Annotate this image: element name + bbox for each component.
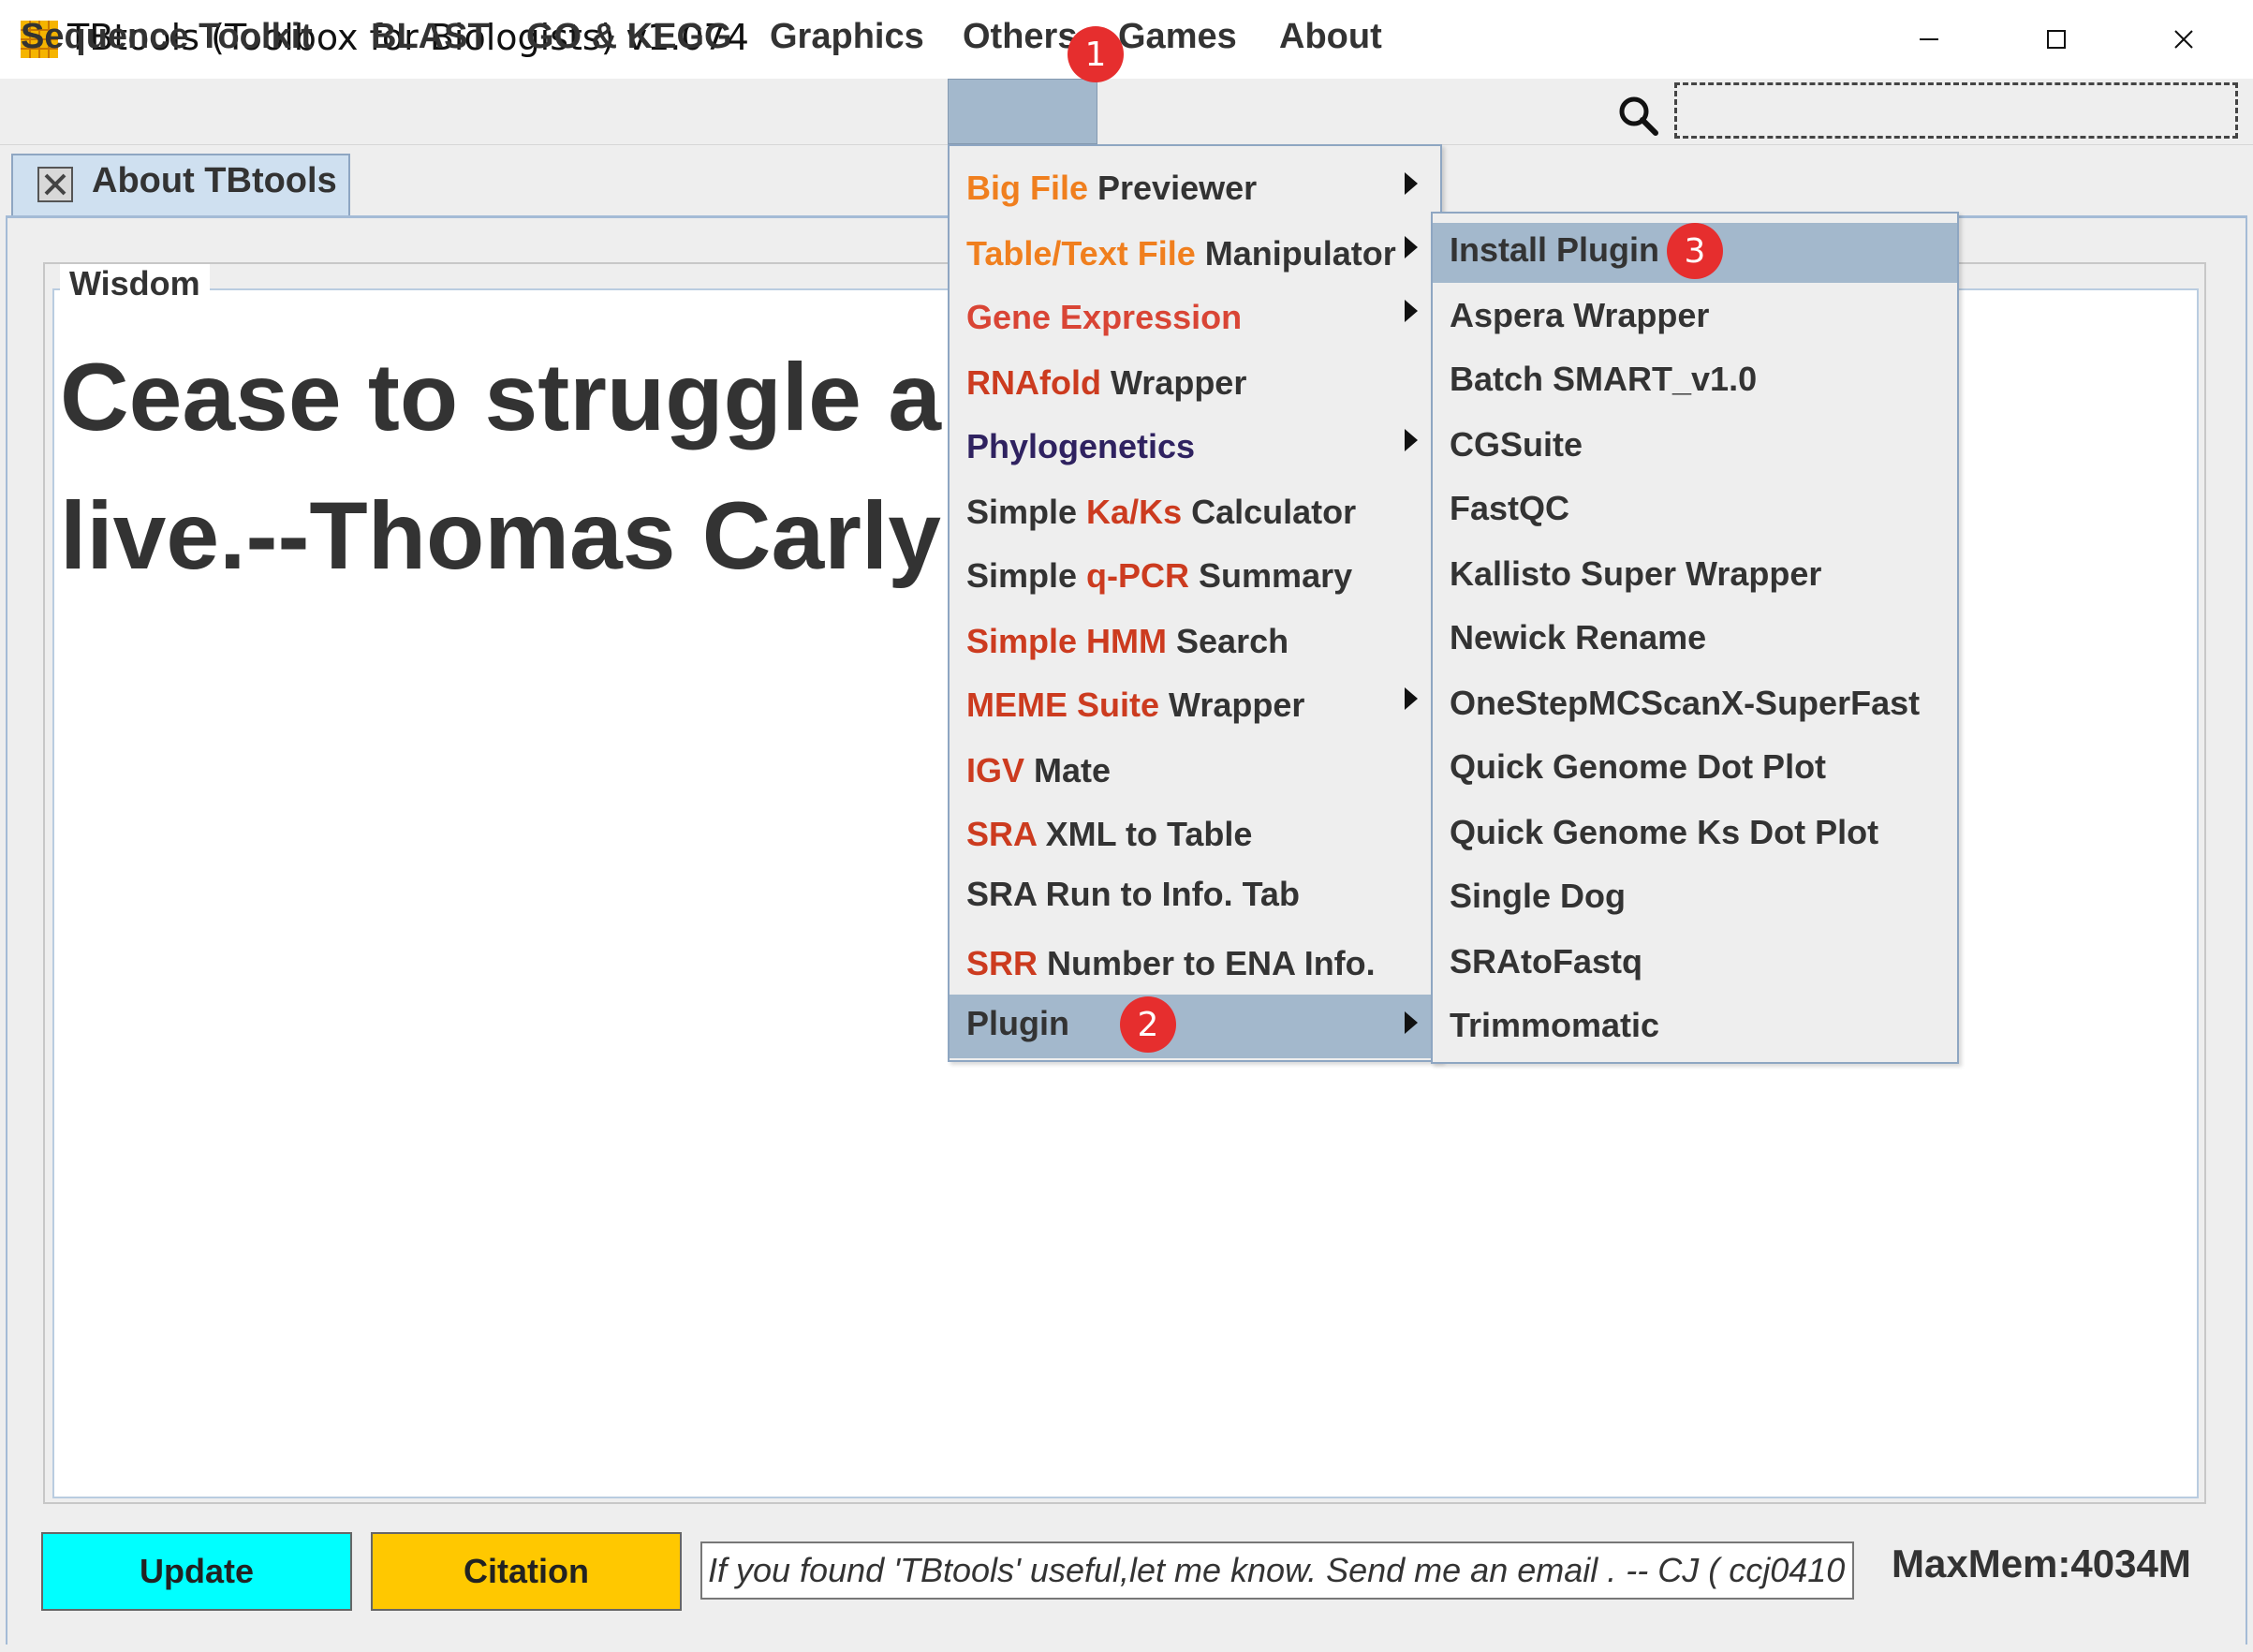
search-input[interactable]: [1674, 82, 2238, 139]
maximize-button[interactable]: [2028, 15, 2084, 64]
menu-item-table-text-file-manipulator[interactable]: Table/Text File Manipulator: [966, 230, 1396, 277]
submenu-item-fastqc[interactable]: FastQC: [1450, 485, 1569, 532]
submenu-item-aspera-wrapper[interactable]: Aspera Wrapper: [1450, 292, 1709, 339]
submenu-arrow-icon: [1405, 429, 1418, 451]
update-button[interactable]: Update: [41, 1532, 352, 1611]
menu-item-sra-xml-to-table[interactable]: SRA XML to Table: [966, 811, 1252, 858]
step-marker-3: 3: [1667, 223, 1723, 279]
submenu-arrow-icon: [1405, 300, 1418, 322]
submenu-arrow-icon: [1405, 172, 1418, 195]
submenu-item-quick-genome-dot-plot[interactable]: Quick Genome Dot Plot: [1450, 744, 1826, 790]
menu-item-rnafold-wrapper[interactable]: RNAfold Wrapper: [966, 360, 1246, 406]
menu-blast[interactable]: BLAST: [371, 13, 490, 60]
submenu-item-onestepmcscanx[interactable]: OneStepMCScanX-SuperFast: [1450, 680, 1920, 727]
menu-about[interactable]: About: [1279, 13, 1382, 60]
menu-item-phylogenetics[interactable]: Phylogenetics: [966, 423, 1195, 470]
max-memory-label: MaxMem:4034M: [1892, 1541, 2191, 1586]
submenu-item-quick-genome-ks-dot-plot[interactable]: Quick Genome Ks Dot Plot: [1450, 809, 1878, 856]
submenu-item-cgsuite[interactable]: CGSuite: [1450, 421, 1583, 468]
submenu-item-batch-smart[interactable]: Batch SMART_v1.0: [1450, 356, 1757, 403]
submenu-arrow-icon: [1405, 1011, 1418, 1034]
menu-item-simple-qpcr-summary[interactable]: Simple q-PCR Summary: [966, 553, 1352, 599]
tab-close-icon[interactable]: [37, 167, 73, 202]
search-icon[interactable]: [1616, 94, 1659, 137]
message-field[interactable]: If you found 'TBtools' useful,let me kno…: [700, 1541, 1854, 1600]
minimize-icon: [1920, 38, 1938, 40]
submenu-item-trimmomatic[interactable]: Trimmomatic: [1450, 1002, 1659, 1049]
menu-item-igv-mate[interactable]: IGV Mate: [966, 747, 1111, 794]
close-window-button[interactable]: [2156, 15, 2212, 64]
menu-go-kegg[interactable]: GO & KEGG: [526, 13, 732, 60]
close-icon: [2174, 30, 2193, 49]
menu-item-sra-run-to-info-tab[interactable]: SRA Run to Info. Tab: [966, 871, 1300, 918]
menu-item-simple-hmm-search[interactable]: Simple HMM Search: [966, 618, 1288, 665]
submenu-arrow-icon: [1405, 687, 1418, 710]
minimize-button[interactable]: [1901, 15, 1957, 64]
menu-item-meme-suite-wrapper[interactable]: MEME Suite Wrapper: [966, 682, 1304, 729]
wisdom-label: Wisdom: [60, 264, 210, 303]
step-marker-2: 2: [1120, 996, 1176, 1053]
menu-item-simple-kaks-calculator[interactable]: Simple Ka/Ks Calculator: [966, 489, 1356, 536]
submenu-item-newick-rename[interactable]: Newick Rename: [1450, 614, 1706, 661]
menu-graphics[interactable]: Graphics: [770, 13, 924, 60]
menu-item-big-file-previewer[interactable]: Big File Previewer: [966, 165, 1257, 212]
maximize-icon: [2047, 30, 2066, 49]
citation-button[interactable]: Citation: [371, 1532, 682, 1611]
submenu-item-kallisto-super-wrapper[interactable]: Kallisto Super Wrapper: [1450, 551, 1821, 597]
menu-sequence-toolkit[interactable]: Sequence Toolkit: [21, 13, 313, 60]
submenu-arrow-icon: [1405, 236, 1418, 258]
menu-item-srr-number-to-ena-info[interactable]: SRR Number to ENA Info.: [966, 940, 1376, 987]
submenu-item-single-dog[interactable]: Single Dog: [1450, 873, 1626, 920]
tab-label: About TBtools: [92, 161, 337, 200]
submenu-item-install-plugin[interactable]: Install Plugin: [1450, 227, 1659, 273]
menu-others-highlight: [948, 79, 1097, 144]
menu-item-gene-expression[interactable]: Gene Expression: [966, 294, 1242, 341]
menu-item-plugin[interactable]: Plugin: [966, 1000, 1069, 1047]
others-dropdown-menu: [948, 144, 1442, 1062]
menu-games[interactable]: Games: [1118, 13, 1237, 60]
step-marker-1: 1: [1068, 26, 1124, 82]
submenu-item-sratofastq[interactable]: SRAtoFastq: [1450, 938, 1642, 985]
menu-others[interactable]: Others: [963, 13, 1077, 60]
